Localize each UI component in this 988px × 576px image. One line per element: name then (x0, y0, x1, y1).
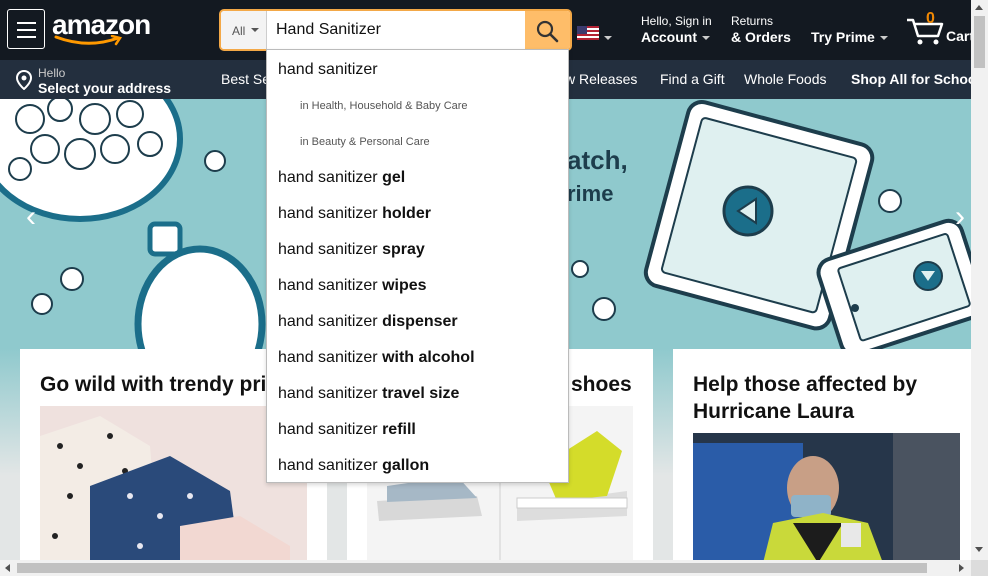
cart-button[interactable]: 0 Cart (905, 10, 975, 50)
suggestion-item[interactable]: hand sanitizer spray (278, 241, 425, 259)
account-greeting: Hello, Sign in (641, 14, 712, 28)
prime-label: Try Prime (811, 28, 888, 46)
account-label: Account (641, 28, 712, 46)
subnav-link-best-sellers[interactable]: Best Se (221, 71, 270, 87)
suggestion-item[interactable]: hand sanitizer with alcohol (278, 349, 475, 367)
cart-label: Cart (946, 28, 975, 44)
account-menu[interactable]: Hello, Sign in Account (641, 14, 712, 46)
suggestion-item[interactable]: hand sanitizer wipes (278, 277, 427, 295)
language-chevron-icon (604, 36, 612, 40)
card-title: shoes (571, 373, 632, 396)
suggestion-item[interactable]: hand sanitizer holder (278, 205, 431, 223)
subnav-link-find-a-gift[interactable]: Find a Gift (660, 71, 725, 87)
menu-icon[interactable] (7, 9, 45, 49)
suggestion-item[interactable]: hand sanitizer gel (278, 169, 405, 187)
chevron-down-icon (251, 28, 259, 32)
horizontal-scrollbar[interactable] (0, 560, 971, 576)
card-image-worker[interactable] (693, 433, 960, 560)
chevron-right-icon[interactable]: › (955, 200, 965, 234)
search-bar: All (219, 9, 572, 51)
cart-count: 0 (926, 10, 935, 27)
suggestion-item[interactable]: hand sanitizer (278, 61, 378, 79)
scroll-left-icon[interactable] (5, 564, 10, 572)
scroll-up-icon[interactable] (975, 5, 983, 10)
search-icon (536, 20, 559, 43)
vertical-scrollbar[interactable] (971, 0, 988, 560)
try-prime-link[interactable]: Try Prime (811, 28, 888, 46)
hero-subheadline: rime (567, 181, 614, 206)
cart-icon (907, 18, 944, 45)
search-suggestions: hand sanitizer in Health, Household & Ba… (266, 49, 569, 483)
card-hurricane[interactable]: Help those affected by Hurricane Laura (673, 349, 971, 560)
suggestion-dept-item[interactable]: in Health, Household & Baby Care (300, 100, 468, 112)
search-input[interactable] (268, 11, 526, 49)
amazon-logo[interactable]: amazon (52, 9, 152, 49)
search-button[interactable] (525, 11, 570, 49)
card-title: Go wild with trendy pri (40, 373, 267, 396)
hero-headline: atch, (567, 145, 628, 175)
scroll-right-icon[interactable] (959, 564, 964, 572)
scroll-thumb[interactable] (974, 16, 985, 68)
orders-line1: Returns (731, 14, 774, 28)
us-flag-icon[interactable] (577, 26, 599, 40)
suggestion-dept-item[interactable]: in Beauty & Personal Care (300, 136, 430, 148)
suggestion-item[interactable]: hand sanitizer travel size (278, 385, 459, 403)
search-category-label: All (232, 24, 246, 38)
worker-image (693, 433, 960, 560)
returns-orders-link[interactable]: Returns & Orders (731, 14, 791, 46)
suggestion-item[interactable]: hand sanitizer gallon (278, 457, 429, 475)
scrollbar-corner (971, 560, 988, 576)
search-category-select[interactable]: All (221, 11, 267, 49)
card-title: Help those affected by Hurricane Laura (693, 373, 918, 423)
location-greeting: Hello (38, 66, 66, 80)
suggestion-item[interactable]: hand sanitizer dispenser (278, 313, 458, 331)
orders-line2: & Orders (731, 29, 791, 45)
subnav-link-new-releases[interactable]: w Releases (565, 71, 637, 87)
suggestion-item[interactable]: hand sanitizer refill (278, 421, 416, 439)
subnav-link-whole-foods[interactable]: Whole Foods (744, 71, 826, 87)
scroll-down-icon[interactable] (975, 547, 983, 552)
chevron-left-icon[interactable]: ‹ (26, 200, 36, 234)
scroll-thumb[interactable] (17, 563, 927, 573)
location-pin-icon (16, 70, 32, 90)
smile-icon (54, 35, 123, 46)
location-label: Select your address (38, 80, 172, 96)
subnav-link-shop-school[interactable]: Shop All for Schoo (851, 71, 971, 87)
